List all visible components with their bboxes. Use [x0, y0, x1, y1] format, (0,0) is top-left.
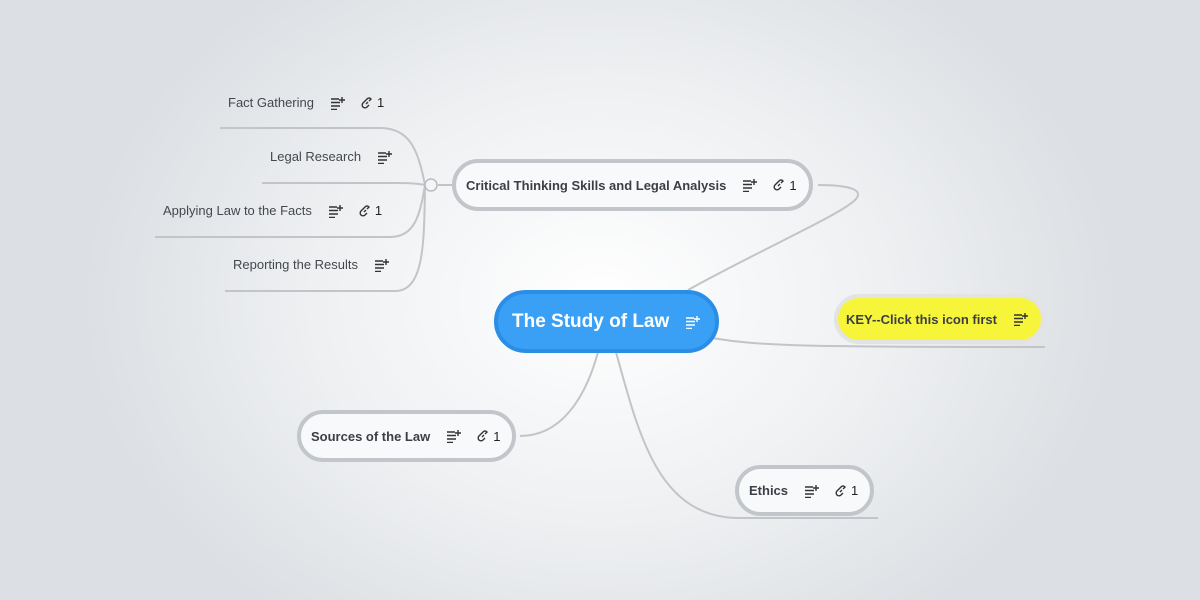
leaf-fact-gathering[interactable]: Fact Gathering 1 [228, 95, 384, 110]
notes-add-icon[interactable] [374, 258, 390, 272]
node-key[interactable]: KEY--Click this icon first [834, 294, 1045, 344]
node-root[interactable]: The Study of Law [494, 290, 720, 353]
node-ethics[interactable]: Ethics 1 [735, 465, 875, 516]
link-count: 1 [493, 428, 501, 444]
node-sources-of-law[interactable]: Sources of the Law 1 [297, 410, 517, 462]
link-indicator[interactable]: 1 [772, 177, 797, 193]
link-icon [358, 204, 372, 218]
leaf-label: Reporting the Results [233, 257, 359, 272]
notes-add-icon[interactable] [685, 315, 701, 329]
leaf-reporting-results[interactable]: Reporting the Results [233, 257, 390, 272]
link-icon [476, 429, 490, 443]
leaf-applying-law[interactable]: Applying Law to the Facts 1 [163, 203, 382, 218]
branch-hub [424, 178, 438, 192]
node-critical-thinking-label: Critical Thinking Skills and Legal Analy… [466, 177, 727, 193]
link-icon [360, 96, 374, 110]
node-root-label: The Study of Law [512, 310, 670, 332]
link-count: 1 [851, 483, 859, 498]
leaf-label: Legal Research [270, 149, 362, 164]
link-count: 1 [374, 203, 383, 218]
node-sources-label: Sources of the Law [311, 428, 431, 444]
link-indicator[interactable]: 1 [360, 95, 384, 110]
node-key-label: KEY--Click this icon first [846, 311, 997, 327]
link-count: 1 [377, 95, 385, 110]
leaf-legal-research[interactable]: Legal Research [270, 149, 393, 164]
connector-root-sources [519, 351, 599, 437]
link-indicator[interactable]: 1 [834, 483, 858, 498]
notes-add-icon[interactable] [328, 204, 344, 218]
notes-add-icon[interactable] [446, 429, 462, 443]
link-icon [834, 484, 848, 498]
leaf-label: Applying Law to the Facts [163, 203, 312, 218]
leaf-label: Fact Gathering [228, 95, 314, 110]
link-count: 1 [789, 177, 797, 193]
notes-add-icon[interactable] [804, 484, 820, 498]
node-critical-thinking[interactable]: Critical Thinking Skills and Legal Analy… [452, 159, 813, 211]
notes-add-icon[interactable] [377, 150, 393, 164]
link-icon [772, 178, 786, 192]
notes-add-icon[interactable] [1013, 312, 1029, 326]
notes-add-icon[interactable] [330, 96, 346, 110]
node-ethics-label: Ethics [749, 483, 789, 498]
link-indicator[interactable]: 1 [358, 203, 382, 218]
connector-leaf-research [262, 182, 426, 186]
notes-add-icon[interactable] [742, 178, 758, 192]
link-indicator[interactable]: 1 [476, 429, 500, 444]
